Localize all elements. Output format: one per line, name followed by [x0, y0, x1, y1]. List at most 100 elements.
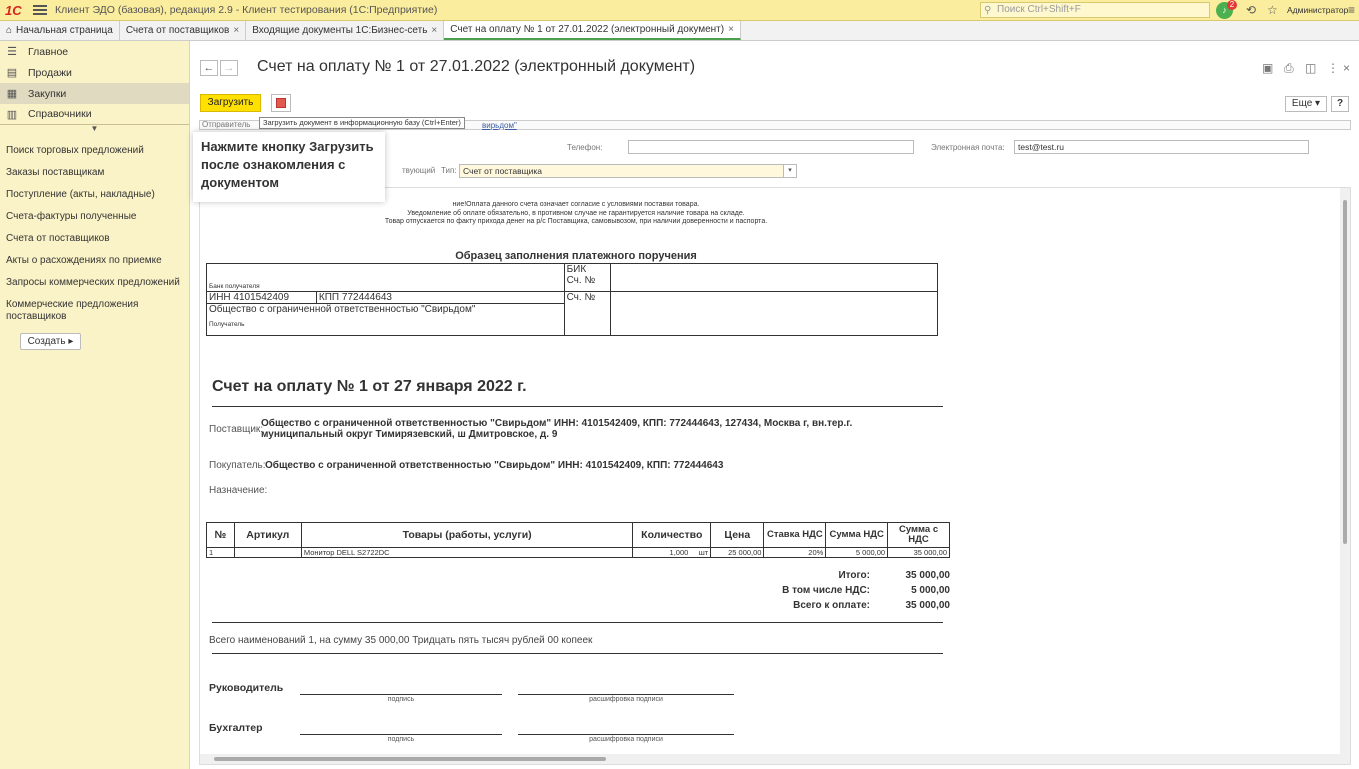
payment-order-table: Банк получателя БИК Сч. № ИНН 4101542409 … — [206, 263, 939, 336]
bank-label: Банк получателя — [209, 283, 260, 290]
reject-button[interactable] — [271, 94, 291, 112]
sidebar-link[interactable]: Коммерческие предложения поставщиков — [0, 299, 189, 323]
forward-button[interactable]: → — [220, 60, 238, 76]
history-icon[interactable]: ⟲ — [1246, 3, 1256, 17]
account-label: Сч. № — [566, 275, 596, 286]
home-icon: ⌂ — [6, 25, 13, 36]
buyer-label: Покупатель: — [209, 460, 266, 471]
sidebar: ☰ Главное ▤ Продажи ▦ Закупки ▥ Справочники … — [0, 41, 190, 769]
signature-line — [518, 734, 734, 735]
back-button[interactable]: ← — [200, 60, 218, 76]
inn-cell: ИНН 4101542409 — [206, 291, 317, 304]
purpose-label: Назначение: — [209, 485, 268, 496]
print-icon[interactable]: ⎙ — [1284, 61, 1294, 76]
purchases-icon: ▦ — [6, 88, 18, 100]
total-label: Итого: — [838, 570, 870, 581]
sidebar-section-purchases[interactable]: ▦ Закупки — [0, 83, 189, 104]
sign-caption: подпись — [387, 736, 415, 743]
preview-icon[interactable]: ◫ — [1305, 61, 1316, 75]
save-icon[interactable]: ▣ — [1262, 61, 1273, 75]
sidebar-link[interactable]: Заказы поставщикам — [0, 167, 189, 179]
recipient-label: Получатель — [209, 321, 245, 328]
sidebar-section-main[interactable]: ☰ Главное — [0, 41, 189, 62]
horizontal-scrollbar[interactable] — [200, 754, 1342, 764]
tab-supplier-invoices[interactable]: Счета от поставщиков × — [120, 21, 247, 40]
invoice-title: Счет на оплату № 1 от 27 января 2022 г. — [212, 378, 527, 395]
sender-link[interactable]: вирьдом" — [482, 121, 517, 130]
vat-value: 5 000,00 — [911, 585, 950, 596]
email-field[interactable]: test@test.ru — [1014, 140, 1309, 154]
type-label: Тип: — [441, 166, 457, 175]
column-header: Количество — [632, 522, 712, 548]
search-icon: ⚲ — [984, 5, 992, 16]
sidebar-link[interactable]: Счета от поставщиков — [0, 233, 189, 245]
app-title: Клиент ЭДО (базовая), редакция 2.9 - Кли… — [55, 4, 438, 16]
signature-line — [300, 694, 502, 695]
tab-invoice-document[interactable]: Счет на оплату № 1 от 27.01.2022 (электр… — [444, 21, 741, 40]
phone-label: Телефон: — [567, 143, 603, 152]
vat-label: В том числе НДС: — [782, 585, 870, 596]
favorites-icon[interactable]: ☆ — [1267, 3, 1278, 17]
email-label: Электронная почта: — [931, 143, 1005, 152]
tab-home[interactable]: ⌂ Начальная страница — [0, 21, 120, 40]
pay-value: 35 000,00 — [905, 600, 951, 611]
tab-incoming-documents[interactable]: Входящие документы 1С:Бизнес-сеть × — [246, 21, 445, 40]
current-user[interactable]: Администратор — [1287, 5, 1348, 15]
column-header: Сумма НДС — [825, 522, 889, 548]
close-tab-icon[interactable]: × — [728, 24, 734, 35]
references-icon: ▥ — [6, 108, 18, 121]
close-icon[interactable]: × — [1343, 61, 1350, 75]
purpose-row: Назначение: — [209, 485, 279, 496]
document-viewer[interactable]: ние!Оплата данного счета означает соглас… — [199, 187, 1351, 765]
sidebar-section-references[interactable]: ▥ Справочники — [0, 104, 189, 125]
more-options-icon[interactable]: ⋮ — [1327, 61, 1339, 75]
load-button[interactable]: Загрузить — [200, 94, 261, 112]
divider — [212, 622, 943, 623]
column-header: Сумма с НДС — [887, 522, 950, 548]
chevron-down-icon[interactable]: ▼ — [0, 125, 189, 137]
app-logo: 1С — [5, 2, 22, 18]
account-label: Сч. № — [563, 291, 611, 336]
type-field[interactable]: Счет от поставщика — [459, 164, 785, 178]
hint-popup: Нажмите кнопку Загрузить после ознакомле… — [193, 132, 385, 202]
column-header: Ставка НДС — [763, 522, 827, 548]
close-tab-icon[interactable]: × — [431, 25, 437, 36]
buyer-row: Покупатель:Общество с ограниченной ответ… — [209, 460, 925, 471]
column-header: Цена — [710, 522, 765, 548]
payment-order-title: Образец заполнения платежного поручения — [455, 250, 697, 262]
close-tab-icon[interactable]: × — [233, 25, 239, 36]
decode-caption: расшифровка подписи — [589, 696, 663, 703]
sidebar-link[interactable]: Счета-фактуры полученные — [0, 211, 189, 223]
sidebar-link[interactable]: Акты о расхождениях по приемке — [0, 255, 189, 267]
main-area: ← → Счет на оплату № 1 от 27.01.2022 (эл… — [191, 41, 1359, 769]
create-button[interactable]: Создать ▸ — [20, 333, 81, 350]
settings-menu-icon[interactable]: ≡ — [1348, 3, 1355, 17]
sidebar-link[interactable]: Поиск торговых предложений — [0, 145, 189, 157]
vertical-scrollbar[interactable] — [1340, 188, 1350, 764]
chevron-down-icon[interactable]: ▾ — [783, 164, 797, 178]
sidebar-link[interactable]: Запросы коммерческих предложений — [0, 277, 189, 289]
more-button[interactable]: Еще ▾ — [1285, 96, 1327, 112]
title-bar: 1С Клиент ЭДО (базовая), редакция 2.9 - … — [0, 0, 1359, 21]
phone-field[interactable] — [628, 140, 914, 154]
column-header: Артикул — [233, 522, 302, 548]
status-text: твующий — [402, 166, 436, 175]
help-button[interactable]: ? — [1331, 96, 1349, 112]
kpp-cell: КПП 772444643 — [315, 291, 565, 304]
sidebar-links: Поиск торговых предложений Заказы постав… — [0, 137, 189, 323]
supplier-row: Поставщик:Общество с ограниченной ответс… — [209, 418, 921, 440]
supplier-value: Общество с ограниченной ответственностью… — [261, 418, 853, 440]
tab-bar: ⌂ Начальная страница Счета от поставщико… — [0, 21, 1359, 41]
accountant-label: Бухгалтер — [209, 722, 263, 734]
signature-line — [518, 694, 734, 695]
divider — [212, 653, 943, 654]
global-search-input[interactable]: ⚲ Поиск Ctrl+Shift+F — [980, 2, 1210, 18]
recipient-name: Общество с ограниченной ответственностью… — [209, 304, 476, 315]
notifications-badge: 2 — [1227, 0, 1237, 10]
sidebar-section-sales[interactable]: ▤ Продажи — [0, 62, 189, 83]
table-row: 1 Монитор DELL S2722DC 1,000 шт 25 000,0… — [206, 547, 950, 558]
main-menu-icon[interactable] — [33, 3, 47, 17]
total-value: 35 000,00 — [905, 570, 951, 581]
decode-caption: расшифровка подписи — [589, 736, 663, 743]
sidebar-link[interactable]: Поступление (акты, накладные) — [0, 189, 189, 201]
